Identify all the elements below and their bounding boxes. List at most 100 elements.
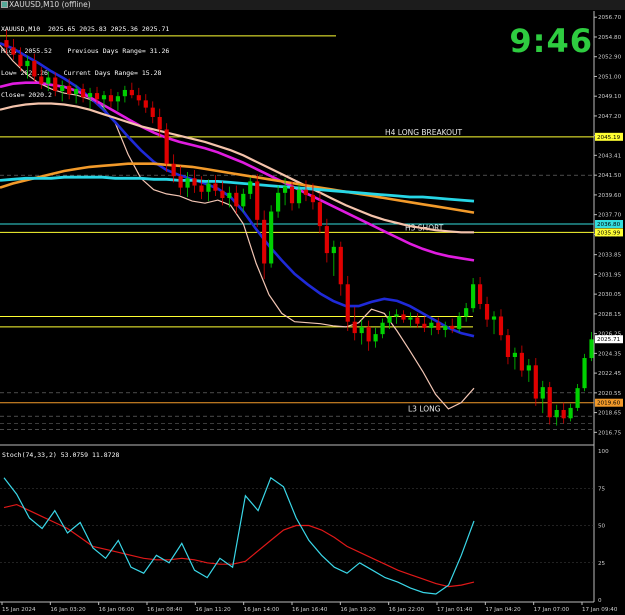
candle-body (331, 246, 336, 254)
x-tick-label: 17 Jan 09:40 (582, 607, 618, 613)
candle-body (255, 181, 260, 220)
candle (568, 403, 573, 422)
candle-body (484, 304, 490, 320)
candle (136, 87, 141, 106)
candle (373, 327, 378, 348)
candle (561, 402, 566, 424)
candle-body (575, 388, 580, 408)
candle (519, 345, 524, 377)
osc-y-tick-label: 100 (598, 449, 609, 455)
candle-body (338, 246, 343, 285)
y-tick-label: 2033.85 (598, 253, 622, 259)
candle-body (296, 189, 302, 204)
x-tick-label: 17 Jan 07:00 (534, 607, 570, 613)
candle-body (436, 322, 441, 330)
candle-body (227, 192, 232, 199)
level-price-tag: 2045.19 (595, 132, 623, 141)
candle-body (143, 100, 148, 108)
candle-body (568, 407, 573, 419)
y-tick-label: 2031.95 (598, 272, 622, 278)
candle (352, 307, 357, 341)
moving-average-line (0, 102, 474, 234)
candle (39, 67, 44, 89)
candle (115, 92, 121, 111)
candle-body (11, 47, 16, 55)
osc-y-tick-label: 75 (598, 486, 606, 492)
stochastic-signal-line (3, 503, 475, 588)
x-tick-label: 16 Jan 22:00 (389, 607, 425, 613)
candle (81, 83, 86, 103)
level-price-tag: 2035.99 (595, 228, 623, 237)
level-label: L3 LONG (408, 405, 441, 414)
candle-body (136, 95, 141, 101)
candle-body (540, 387, 545, 399)
candle (150, 101, 155, 124)
candle (324, 218, 329, 263)
price-tag-text: 2045.19 (597, 135, 621, 141)
candle-body (512, 352, 517, 357)
candle (234, 185, 239, 214)
candle (547, 381, 552, 425)
candle-body (289, 186, 295, 204)
candle-body (345, 284, 350, 322)
x-tick-label: 15 Jan 2024 (2, 607, 36, 613)
candle-body (450, 325, 455, 329)
candle-body (178, 176, 183, 188)
candle-body (199, 185, 204, 192)
candle-body (373, 334, 378, 342)
candle (345, 275, 350, 332)
y-tick-label: 2051.00 (598, 74, 622, 80)
candle-body (366, 326, 371, 342)
candle-body (18, 54, 23, 67)
level-label: H4 LONG BREAKOUT (385, 128, 463, 137)
candle-body (589, 339, 594, 359)
x-tick-label: 16 Jan 03:20 (50, 607, 86, 613)
y-tick-label: 2024.35 (598, 351, 622, 357)
candle-body (491, 316, 497, 320)
stochastic-main-line (3, 476, 475, 595)
candle (178, 165, 183, 195)
candle (129, 82, 134, 99)
candle-body (282, 186, 288, 193)
candle-body (248, 181, 253, 194)
candle (512, 347, 517, 370)
candle-body (220, 190, 225, 199)
x-tick-label: 16 Jan 11:20 (195, 607, 231, 613)
x-tick-label: 16 Jan 08:40 (147, 607, 183, 613)
candle-body (387, 316, 392, 323)
candle (429, 319, 434, 336)
candle-body (352, 321, 357, 334)
candle-body (582, 358, 587, 389)
candle-body (310, 194, 316, 203)
candle (533, 358, 538, 406)
candle (32, 53, 37, 82)
candle-body (324, 226, 329, 254)
candle (477, 276, 483, 310)
y-tick-label: 2030.05 (598, 292, 622, 298)
candle-body (443, 325, 448, 330)
candle-body (394, 314, 399, 317)
candle-body (122, 89, 127, 97)
candle-body (359, 326, 364, 334)
price-tag-text: 2036.80 (597, 222, 621, 228)
y-tick-label: 2018.65 (598, 411, 622, 417)
candle (540, 380, 545, 414)
y-tick-label: 2028.15 (598, 312, 622, 318)
level-price-tag: 2019.60 (595, 398, 623, 407)
x-tick-label: 16 Jan 06:00 (99, 607, 135, 613)
price-chart[interactable]: 2056.70 2054.80 2052.90 2051.00 2049.10 2047.… (0, 0, 625, 615)
price-tag-text: 2019.60 (597, 401, 621, 407)
candle (359, 319, 364, 345)
x-tick-label: 17 Jan 04:20 (485, 607, 521, 613)
y-tick-label: 2020.55 (598, 391, 622, 397)
candle (471, 278, 476, 313)
osc-y-tick-label: 50 (598, 524, 606, 530)
candle (484, 296, 490, 327)
candle-body (87, 93, 93, 98)
y-tick-label: 2022.45 (598, 371, 622, 377)
candle (338, 241, 343, 296)
candle-body (234, 192, 239, 207)
level-price-tag: 2036.80 (595, 220, 623, 228)
candle-body (429, 322, 434, 328)
candle (464, 302, 469, 322)
